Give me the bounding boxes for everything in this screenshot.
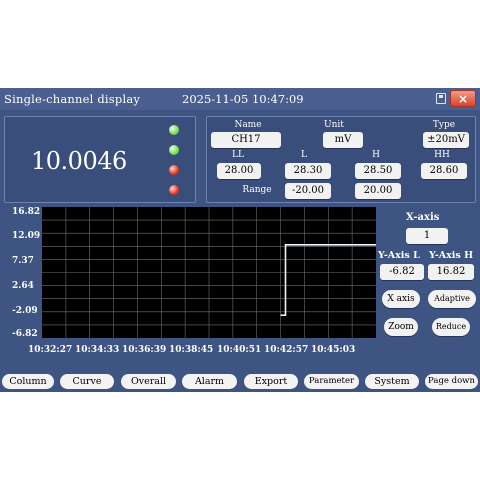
ll-label: LL <box>232 150 244 160</box>
h-label: H <box>372 150 380 160</box>
y-tick-label: -2.09 <box>12 306 38 316</box>
x-tick-label: 10:36:39 <box>122 345 167 355</box>
x-tick-label: 10:45:03 <box>311 345 356 355</box>
close-button[interactable]: × <box>450 90 476 107</box>
current-value: 10.0046 <box>31 147 127 175</box>
y-axis-h-field[interactable]: 16.82 <box>428 264 474 280</box>
x-axis-button[interactable]: X axis <box>382 290 420 308</box>
x-tick-label: 10:38:45 <box>169 345 214 355</box>
status-led-green-2 <box>169 145 179 155</box>
channel-info-panel: Name CH17 Unit mV Type ±20mV LL 28.00 L … <box>206 116 476 203</box>
unit-label: Unit <box>324 120 344 130</box>
h-field[interactable]: 28.50 <box>355 163 401 179</box>
y-tick-label: 7.37 <box>12 256 34 266</box>
nav-export-button[interactable]: Export <box>244 374 298 389</box>
x-tick-label: 10:40:51 <box>217 345 262 355</box>
plot-area[interactable] <box>42 207 376 338</box>
x-tick-label: 10:32:27 <box>28 345 73 355</box>
type-label: Type <box>432 120 456 130</box>
l-field[interactable]: 28.30 <box>285 163 331 179</box>
x-tick-label: 10:42:57 <box>264 345 309 355</box>
y-axis-l-field[interactable]: -6.82 <box>380 264 424 280</box>
y-tick-label: -6.82 <box>12 329 38 339</box>
nav-page-down-button[interactable]: Page down <box>425 374 478 389</box>
reduce-button[interactable]: Reduce <box>432 318 470 336</box>
adaptive-button[interactable]: Adaptive <box>428 290 476 308</box>
zoom-button[interactable]: Zoom <box>384 318 418 336</box>
x-axis-label: X-axis <box>406 212 440 223</box>
nav-overall-button[interactable]: Overall <box>121 374 176 389</box>
hh-label: HH <box>434 150 450 160</box>
chart-controls: X-axis 1 Y-Axis L Y-Axis H -6.82 16.82 X… <box>376 204 480 360</box>
x-axis-field[interactable]: 1 <box>406 228 448 244</box>
bottom-navigation: Column Curve Overall Alarm Export Parame… <box>0 372 480 392</box>
range-label: Range <box>242 185 272 195</box>
datetime-display: 2025-11-05 10:47:09 <box>182 92 304 106</box>
ll-field[interactable]: 28.00 <box>217 163 261 179</box>
type-field[interactable]: ±20mV <box>423 132 469 148</box>
l-label: L <box>301 150 307 160</box>
window-title: Single-channel display <box>4 92 141 106</box>
status-led-red-2 <box>169 185 179 195</box>
x-tick-label: 10:34:33 <box>75 345 120 355</box>
nav-curve-button[interactable]: Curve <box>60 374 114 389</box>
name-label: Name <box>234 120 262 130</box>
status-led-red-1 <box>169 165 179 175</box>
value-panel: 10.0046 <box>4 116 196 203</box>
y-axis-l-label: Y-Axis L <box>378 250 420 261</box>
y-tick-label: 16.82 <box>12 207 41 217</box>
y-tick-label: 12.09 <box>12 231 41 241</box>
title-bar: Single-channel display 2025-11-05 10:47:… <box>0 88 480 110</box>
channel-name-field[interactable]: CH17 <box>211 132 281 148</box>
range-high-field[interactable]: 20.00 <box>355 183 401 199</box>
trend-chart: 16.82 12.09 7.37 2.64 -2.09 -6.82 10:32:… <box>0 204 376 360</box>
y-tick-label: 2.64 <box>12 281 34 291</box>
range-low-field[interactable]: -20.00 <box>285 183 331 199</box>
nav-system-button[interactable]: System <box>365 374 419 389</box>
nav-column-button[interactable]: Column <box>2 374 54 389</box>
single-channel-screen: Single-channel display 2025-11-05 10:47:… <box>0 88 480 392</box>
y-axis-h-label: Y-Axis H <box>429 250 474 261</box>
nav-parameter-button[interactable]: Parameter <box>304 374 359 389</box>
nav-alarm-button[interactable]: Alarm <box>182 374 237 389</box>
save-icon[interactable] <box>436 93 446 104</box>
status-led-green-1 <box>169 125 179 135</box>
hh-field[interactable]: 28.60 <box>421 163 467 179</box>
unit-field[interactable]: mV <box>323 132 363 148</box>
